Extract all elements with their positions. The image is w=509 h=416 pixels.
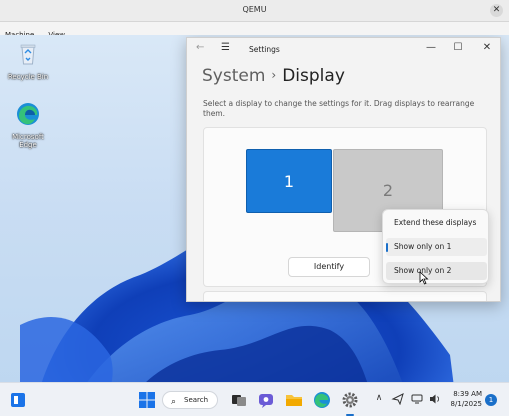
clock-time: 8:39 AM: [453, 390, 482, 398]
menu-item-show-only-2[interactable]: Show only on 2: [386, 262, 487, 280]
menu-item-show-only-1[interactable]: Show only on 1: [386, 238, 487, 256]
minimize-button[interactable]: —: [421, 42, 441, 53]
breadcrumb-display: Display: [282, 66, 345, 86]
edge-icon: [17, 103, 39, 125]
taskbar-search[interactable]: ⌕ Search: [162, 391, 218, 409]
mouse-pointer-icon: [419, 271, 429, 285]
menu-item-show-only-1-label: Show only on 1: [394, 242, 452, 251]
notification-badge[interactable]: 1: [485, 394, 497, 406]
monitor-1[interactable]: 1: [246, 149, 332, 213]
clock-date: 8/1/2025: [450, 400, 482, 408]
network-icon[interactable]: [410, 393, 424, 405]
display-mode-menu: Extend these displays Show only on 1 Sho…: [382, 209, 489, 284]
back-arrow-icon[interactable]: ←: [196, 42, 204, 53]
desktop-icon-recycle-bin[interactable]: Recycle Bin: [3, 41, 53, 81]
task-view-icon[interactable]: [229, 390, 249, 410]
system-clock[interactable]: 8:39 AM 8/1/2025: [450, 389, 482, 409]
recycle-bin-label: Recycle Bin: [7, 73, 49, 81]
settings-title-bar: ← ☰ Settings — ☐ ✕: [187, 38, 500, 62]
search-label: Search: [184, 396, 209, 404]
breadcrumb-separator-icon: ›: [271, 68, 277, 82]
hamburger-menu-icon[interactable]: ☰: [221, 42, 230, 53]
breadcrumb-system[interactable]: System: [202, 66, 265, 86]
menu-item-extend[interactable]: Extend these displays: [386, 214, 487, 232]
close-button[interactable]: ✕: [477, 42, 497, 53]
copilot-send-icon[interactable]: [391, 393, 405, 405]
edge-label: Microsoft Edge: [12, 133, 44, 149]
file-explorer-icon[interactable]: [284, 390, 304, 410]
maximize-button[interactable]: ☐: [448, 42, 468, 53]
display-description: Select a display to change the settings …: [203, 99, 475, 118]
edge-taskbar-icon[interactable]: [312, 390, 332, 410]
taskbar: ⌕ Search ∧ 8:39 AM 8/1/2025 1: [0, 382, 509, 416]
qemu-menu-bar: Machine View: [0, 22, 509, 39]
next-settings-card: [203, 291, 487, 301]
qemu-window-title: QEMU: [242, 5, 267, 14]
search-icon: ⌕: [171, 397, 177, 407]
qemu-title-bar: QEMU ✕: [0, 0, 509, 22]
start-icon[interactable]: [137, 390, 157, 410]
widgets-icon[interactable]: [10, 392, 26, 408]
selected-indicator: [386, 243, 388, 252]
tray-chevron-icon[interactable]: ∧: [372, 393, 386, 403]
page-title: System › Display: [202, 66, 345, 86]
recycle-bin-icon: [20, 44, 36, 65]
desktop-icon-edge[interactable]: Microsoft Edge: [3, 101, 53, 149]
settings-app-title: Settings: [249, 45, 280, 54]
identify-button[interactable]: Identify: [288, 257, 370, 277]
teams-chat-icon[interactable]: [256, 390, 276, 410]
qemu-close-button[interactable]: ✕: [490, 4, 503, 17]
guest-desktop: Recycle Bin Microsoft Edge ← ☰ Settings …: [0, 35, 509, 416]
volume-icon[interactable]: [428, 393, 442, 405]
settings-gear-icon[interactable]: [340, 390, 360, 410]
